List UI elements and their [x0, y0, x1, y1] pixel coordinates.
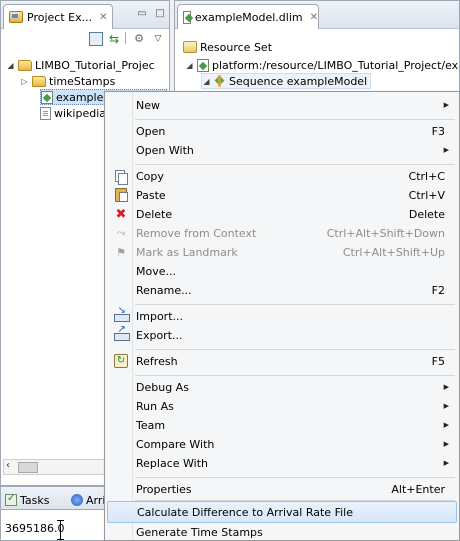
tree-item-timestamps[interactable]: ▷ timeStamps: [20, 73, 115, 89]
menu-item-calculate-difference[interactable]: Calculate Difference to Arrival Rate Fil…: [107, 501, 457, 523]
menu-item-rename[interactable]: Rename... F2: [107, 279, 457, 301]
paste-icon: [115, 188, 128, 202]
close-icon[interactable]: ✕: [310, 12, 318, 23]
folder-icon: [32, 75, 46, 87]
menu-item-refresh[interactable]: ↻ Refresh F5: [107, 350, 457, 372]
tree-item-resource-set[interactable]: Resource Set: [183, 39, 272, 55]
maximize-icon[interactable]: □: [153, 8, 167, 20]
arrival-icon: [71, 494, 83, 506]
tab-tasks[interactable]: Tasks: [5, 491, 49, 509]
submenu-arrow-icon: ▶: [443, 421, 449, 429]
menu-item-new[interactable]: New ▶: [107, 94, 457, 116]
menu-item-open-with[interactable]: Open With ▶: [107, 139, 457, 161]
tree-item-wikipedia[interactable]: wikipedia: [40, 105, 106, 121]
tree-item-project[interactable]: ◢ LIMBO_Tutorial_Projec: [6, 57, 154, 73]
project-explorer-toolbar: ⇆ ⚙ ▽: [1, 29, 169, 49]
submenu-arrow-icon: ▶: [443, 459, 449, 467]
submenu-arrow-icon: ▶: [443, 440, 449, 448]
model-file-icon: [183, 10, 191, 24]
landmark-icon: ⚑: [116, 245, 126, 259]
view-menu-icon[interactable]: ▽: [151, 32, 165, 46]
collapse-triangle-icon[interactable]: ▷: [20, 77, 29, 86]
menu-item-export[interactable]: Export...: [107, 324, 457, 346]
menu-item-replace-with[interactable]: Replace With ▶: [107, 452, 457, 474]
console-value: 3695186.0: [5, 522, 65, 535]
scroll-left-icon[interactable]: ‹: [6, 460, 10, 471]
project-explorer-icon: [9, 11, 23, 23]
expand-triangle-icon[interactable]: ◢: [6, 61, 15, 70]
editor-tab[interactable]: exampleModel.dlim ✕: [177, 4, 319, 29]
close-icon[interactable]: ✕: [99, 12, 107, 23]
project-explorer-tab[interactable]: Project Ex... ✕: [3, 4, 113, 29]
text-file-icon: [40, 106, 51, 120]
editor-tab-title: exampleModel.dlim: [194, 10, 303, 24]
minimize-icon[interactable]: ▭: [135, 8, 149, 20]
project-explorer-tabbar: Project Ex... ✕ ▭ □: [1, 1, 169, 29]
submenu-arrow-icon: ▶: [443, 146, 449, 154]
toolbar-separator: [125, 32, 126, 44]
tree-item-sequence[interactable]: ◢ Sequence exampleModel: [201, 73, 372, 89]
editor-tabbar: exampleModel.dlim ✕: [175, 1, 459, 29]
submenu-arrow-icon: ▶: [443, 101, 449, 109]
tree-item-platform-resource[interactable]: ◢ platform:/resource/LIMBO_Tutorial_Proj…: [185, 57, 459, 73]
refresh-icon: ↻: [114, 354, 128, 368]
expand-triangle-icon[interactable]: ◢: [185, 61, 194, 70]
collapse-all-icon[interactable]: [89, 32, 103, 46]
project-explorer-title: Project Ex...: [27, 10, 93, 24]
submenu-arrow-icon: ▶: [443, 383, 449, 391]
remove-context-icon: ⤳: [116, 226, 126, 239]
export-icon: [113, 324, 130, 341]
filter-icon[interactable]: ⚙: [132, 32, 146, 46]
delete-icon: ✖: [115, 206, 127, 222]
submenu-arrow-icon: ▶: [443, 402, 449, 410]
scroll-thumb[interactable]: [18, 462, 38, 473]
import-icon: [113, 305, 130, 322]
context-menu: New ▶ Open F3 Open With ▶ Copy Ctrl+C Pa…: [104, 91, 460, 541]
sequence-icon: [214, 75, 226, 87]
menu-item-generate-time-stamps[interactable]: Generate Time Stamps: [107, 521, 457, 540]
model-file-icon: [41, 90, 53, 104]
tasks-icon: [5, 493, 17, 506]
copy-icon: [115, 169, 128, 185]
resource-set-icon: [183, 41, 197, 53]
project-folder-icon: [18, 59, 32, 71]
expand-triangle-icon[interactable]: ◢: [202, 77, 211, 86]
model-file-icon: [197, 58, 209, 72]
link-with-editor-icon[interactable]: ⇆: [107, 32, 121, 46]
menu-item-properties[interactable]: Properties Alt+Enter: [107, 478, 457, 500]
ibeam-cursor-icon: [57, 520, 64, 540]
